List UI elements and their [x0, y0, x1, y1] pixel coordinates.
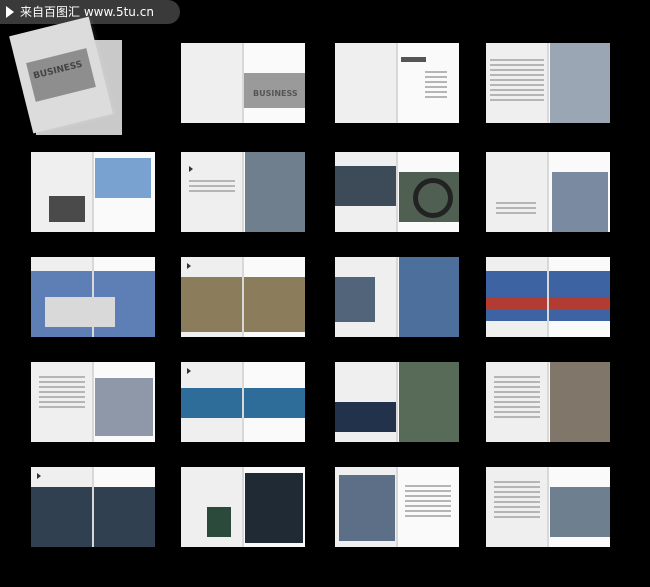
- spread-5: [181, 152, 305, 232]
- spread-9: [181, 257, 305, 337]
- spread-14: [335, 362, 459, 442]
- sculpture-ring: [413, 178, 453, 218]
- spread-16: [31, 467, 155, 547]
- play-icon: [6, 6, 14, 18]
- spread-18: [335, 467, 459, 547]
- spread-11: [486, 257, 610, 337]
- cathedral-photo: [550, 43, 610, 123]
- spread-15: [486, 362, 610, 442]
- spread-12: [31, 362, 155, 442]
- spread-1: BUSINESS: [181, 43, 305, 123]
- spread-6: [335, 152, 459, 232]
- spread-2: [335, 43, 459, 123]
- spread-10: [335, 257, 459, 337]
- spread-title: BUSINESS: [253, 89, 298, 98]
- spread-8: [31, 257, 155, 337]
- brochure-cover: BUSINESS: [9, 16, 113, 134]
- spread-7: [486, 152, 610, 232]
- spread-19: [486, 467, 610, 547]
- spread-4: [31, 152, 155, 232]
- spread-17: [181, 467, 305, 547]
- spread-13: [181, 362, 305, 442]
- watermark-badge: 来自百图汇 www.5tu.cn: [0, 0, 180, 24]
- spread-3: [486, 43, 610, 123]
